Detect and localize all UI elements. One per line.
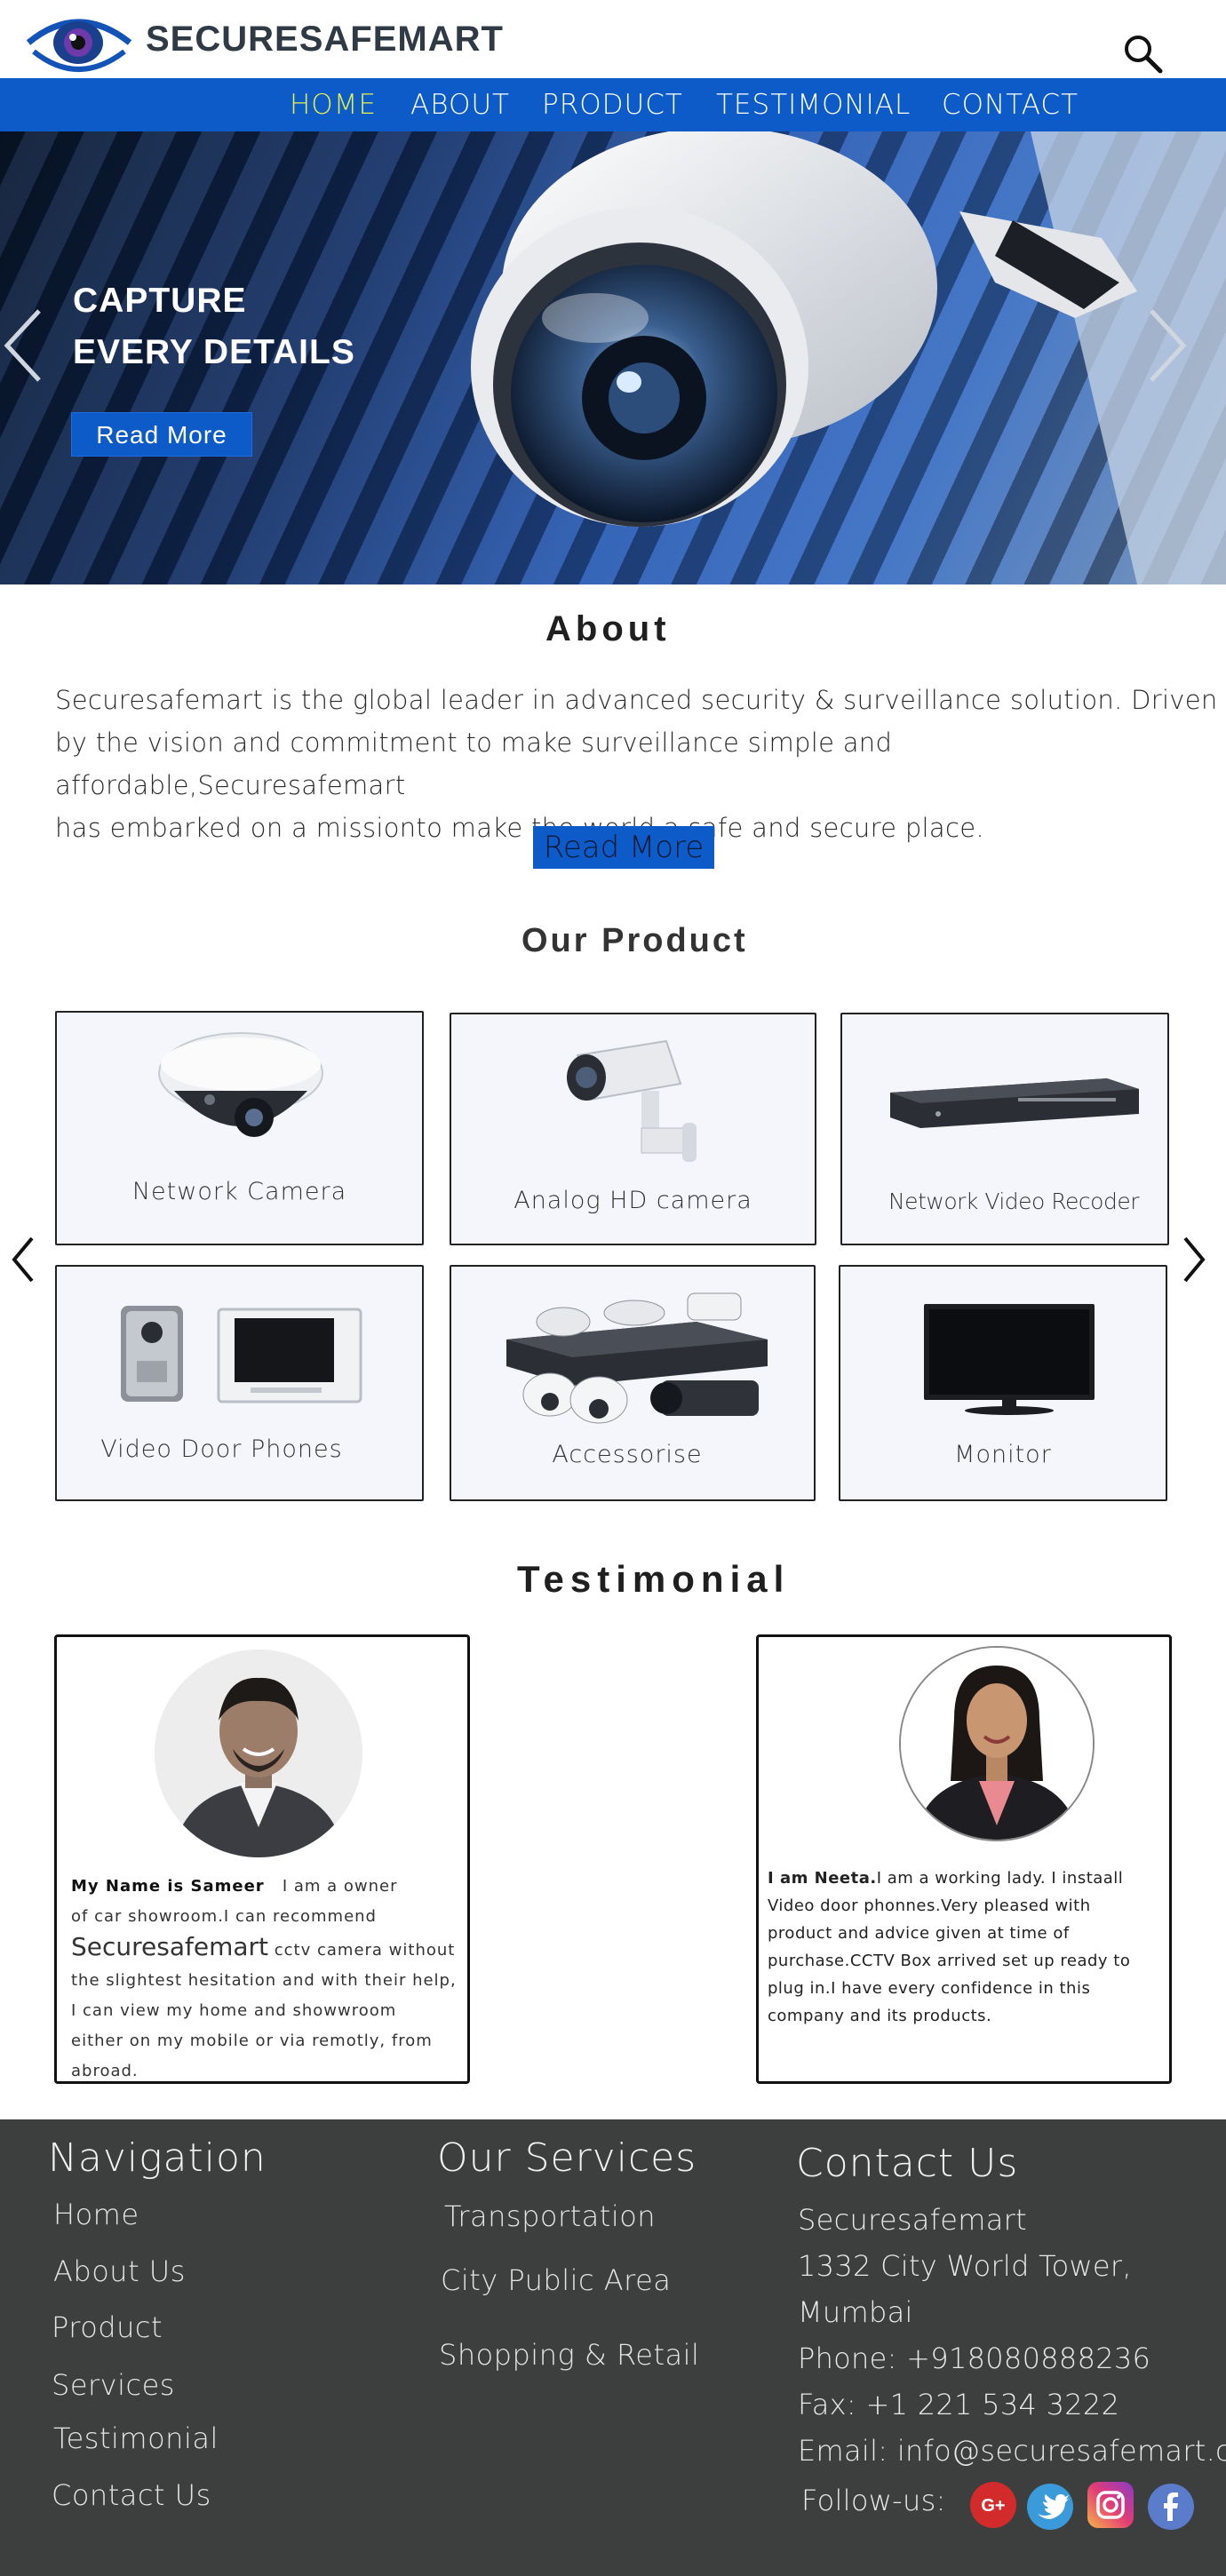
testimonial-line: I can view my home and showwroom [71,2001,397,2020]
testimonial-name: I am Neeta. [768,1869,877,1888]
hero-title: CAPTURE EVERY DETAILS [73,275,355,378]
testimonial-name: My Name is Sameer [71,1877,265,1896]
nav-home[interactable]: HOME [290,89,377,121]
product-card-nvr[interactable]: Network Video Recoder [840,1013,1169,1245]
footer-navigation-title: Navigation [48,2135,267,2181]
hero-title-line1: CAPTURE [73,282,247,320]
door-phone-icon [121,1306,362,1403]
about-line-1: Securesafemart is the global leader in a… [55,685,1218,715]
testimonial-line: purchase.CCTV Box arrived set up ready t… [768,1952,1131,1970]
footer-link-product[interactable]: Product [52,2310,163,2344]
cctv-camera-illustration [471,131,1226,584]
footer-services-title: Our Services [437,2135,697,2181]
footer-service-city-public-area[interactable]: City Public Area [441,2263,671,2297]
facebook-icon[interactable] [1148,2484,1194,2530]
nav-contact[interactable]: CONTACT [942,89,1079,121]
testimonial-line: the slightest hesitation and with their … [71,1971,457,1990]
testimonial-line: product and advice given at time of [768,1924,1070,1943]
product-label: Network Video Recoder [888,1189,1140,1214]
testimonial-line: I am a working lady. I instaall [876,1869,1124,1888]
hero-title-line2: EVERY DETAILS [73,333,355,371]
product-card-analog-hd-camera[interactable]: Analog HD camera [450,1013,816,1245]
hero-read-more-button[interactable]: Read More [71,412,252,457]
nav-testimonial[interactable]: TESTIMONIAL [716,89,911,121]
twitter-icon[interactable] [1027,2484,1073,2530]
main-nav: HOME ABOUT PRODUCT TESTIMONIAL CONTACT [0,78,1226,131]
about-read-more-button[interactable]: Read More [533,826,714,869]
product-label: Analog HD camera [513,1187,752,1214]
about-text: Securesafemart is the global leader in a… [55,679,1221,849]
footer-contact-address-line2: Mumbai [798,2295,913,2329]
footer-link-about-us[interactable]: About Us [53,2254,186,2288]
nav-product[interactable]: PRODUCT [542,89,683,121]
product-label: Accessorise [552,1441,703,1468]
testimonial-text-neeta: I am Neeta.I am a working lady. I instaa… [768,1864,1167,2030]
product-prev-arrow-icon[interactable] [7,1233,39,1286]
avatar-sameer [155,1650,362,1857]
hero-slider: CAPTURE EVERY DETAILS Read More [0,131,1226,584]
testimonial-line: plug in.I have every confidence in this [768,1979,1091,1998]
eye-logo-icon[interactable] [25,7,133,73]
footer-link-services[interactable]: Services [52,2368,175,2402]
product-card-network-camera[interactable]: Network Camera [55,1011,424,1245]
product-card-accessorise[interactable]: Accessorise [450,1265,816,1501]
testimonial-line: of car showroom.I can recommend [71,1907,377,1926]
footer-contact-address-line1: 1332 City World Tower, [798,2249,1132,2283]
about-line-2: by the vision and commitment to make sur… [55,727,893,800]
testimonial-line: company and its products. [768,2007,992,2025]
dome-camera-icon [158,1032,323,1137]
footer-link-contact-us[interactable]: Contact Us [52,2478,211,2512]
accessories-icon [506,1292,768,1424]
nav-about[interactable]: ABOUT [410,89,510,121]
footer-service-transportation[interactable]: Transportation [444,2199,656,2233]
testimonial-brand: Securesafemart [71,1932,269,1961]
site-header: SECURESAFEMART [0,0,1226,78]
hero-next-arrow-icon[interactable] [1144,306,1189,386]
product-label: Network Camera [131,1178,347,1205]
testimonial-line: either on my mobile or via remotly, from [71,2031,433,2050]
product-label: Monitor [954,1441,1052,1468]
products-title: Our Product [521,922,748,959]
monitor-icon [924,1304,1095,1415]
testimonial-line: I am a owner [282,1877,398,1896]
testimonial-card-neeta: I am Neeta.I am a working lady. I instaa… [756,1634,1172,2084]
product-next-arrow-icon[interactable] [1178,1233,1210,1286]
avatar-neeta [899,1646,1095,1841]
testimonial-line: cctv camera without [274,1941,456,1960]
google-plus-icon[interactable]: G+ [970,2482,1016,2528]
bullet-camera-icon [567,1039,697,1162]
testimonial-line: Video door phonnes.Very pleased with [768,1896,1091,1915]
site-footer: Navigation Home About Us Product Service… [0,2119,1226,2576]
product-label: Video Door Phones [100,1435,343,1463]
footer-link-testimonial[interactable]: Testimonial [53,2421,219,2455]
product-card-video-door-phones[interactable]: Video Door Phones [55,1265,424,1501]
footer-service-shopping-retail[interactable]: Shopping & Retail [439,2338,699,2372]
footer-link-home[interactable]: Home [53,2198,139,2231]
brand-name[interactable]: SECURESAFEMART [146,20,504,60]
footer-contact-phone: Phone: +918080888236 [798,2341,1151,2375]
nvr-icon [890,1078,1139,1128]
about-title: About [545,609,671,648]
testimonial-title: Testimonial [517,1558,791,1600]
footer-contact-fax: Fax: +1 221 534 3222 [798,2388,1120,2421]
product-card-monitor[interactable]: Monitor [839,1265,1167,1501]
testimonial-text-sameer: My Name is Sameer I am a owner of car sh… [71,1872,462,2087]
footer-follow-label: Follow-us: [801,2484,946,2517]
instagram-icon[interactable] [1087,2482,1134,2528]
testimonial-line: abroad. [71,2062,139,2080]
svg-text:G+: G+ [981,2496,1005,2516]
footer-contact-title: Contact Us [796,2141,1019,2186]
footer-contact-email[interactable]: Email: info@securesafemart.com [798,2434,1226,2468]
hero-prev-arrow-icon[interactable] [2,306,46,386]
footer-contact-company: Securesafemart [798,2203,1027,2237]
testimonial-card-sameer: My Name is Sameer I am a owner of car sh… [54,1634,470,2084]
search-icon[interactable] [1121,32,1164,75]
